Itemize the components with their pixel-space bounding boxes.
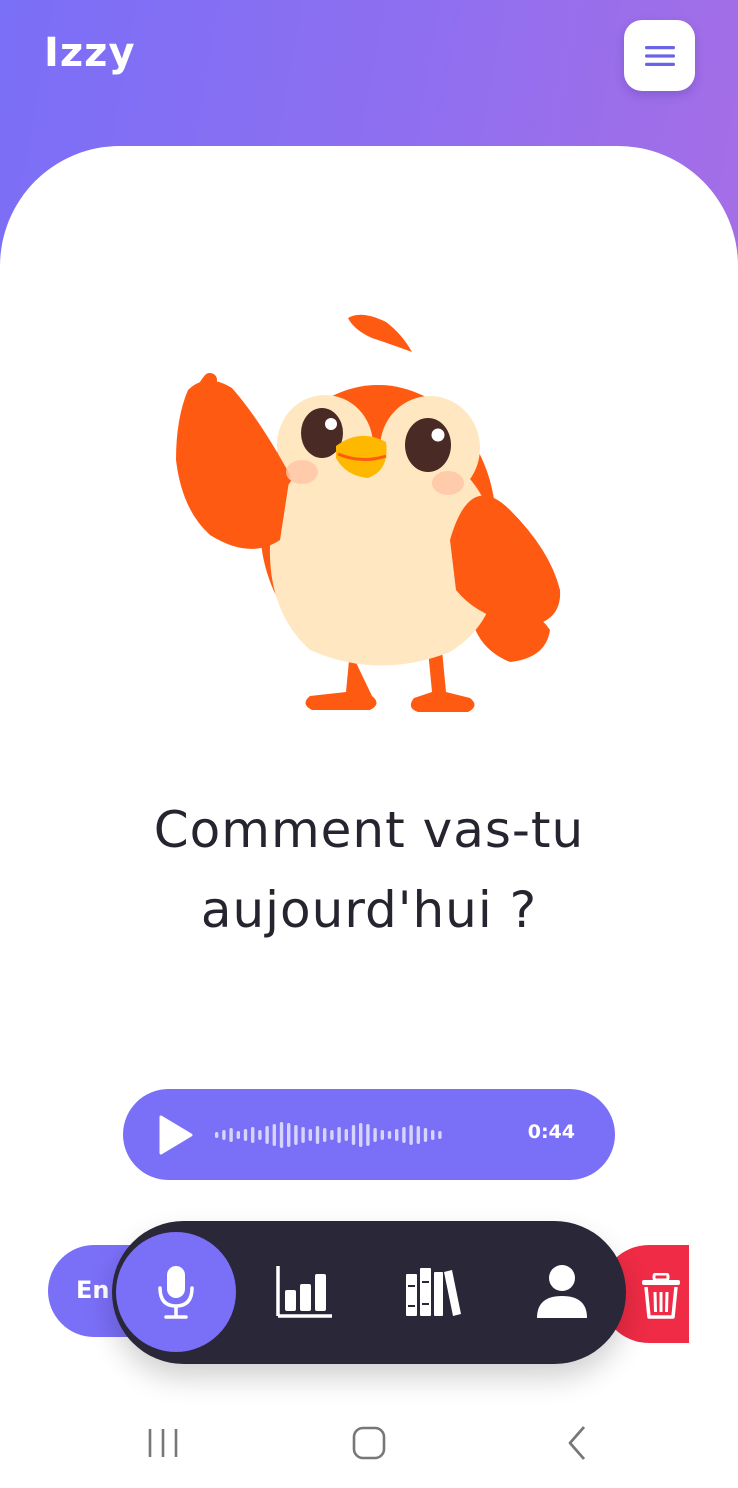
waveform-bar — [416, 1126, 420, 1144]
waveform-bar — [294, 1125, 298, 1145]
waveform-bar — [308, 1129, 312, 1141]
waveform-bar — [438, 1131, 442, 1139]
waveform-bar — [337, 1127, 341, 1143]
back-button[interactable] — [552, 1418, 602, 1468]
nav-record-button[interactable] — [116, 1232, 236, 1352]
nav-library-button[interactable] — [399, 1257, 469, 1327]
waveform-bar — [279, 1122, 284, 1148]
waveform-bar — [315, 1126, 320, 1144]
waveform-bar — [409, 1125, 413, 1145]
waveform-bar — [423, 1128, 428, 1142]
nav-stats-button[interactable] — [269, 1257, 339, 1327]
bar-chart-icon — [276, 1266, 332, 1318]
waveform-bar — [215, 1132, 219, 1138]
app-title: Izzy — [44, 30, 136, 76]
play-icon[interactable] — [153, 1113, 197, 1157]
waveform-bar — [402, 1127, 406, 1143]
waveform-bar — [373, 1128, 377, 1142]
library-icon — [406, 1268, 461, 1316]
audio-player[interactable]: 0:44 — [123, 1089, 615, 1180]
waveform-bar — [272, 1124, 276, 1146]
home-button[interactable] — [344, 1418, 394, 1468]
trash-icon — [642, 1273, 680, 1319]
waveform-bar — [366, 1124, 370, 1146]
waveform-bar — [395, 1129, 399, 1141]
recent-apps-button[interactable] — [138, 1418, 188, 1468]
bottom-nav-bar — [112, 1221, 626, 1364]
waveform-bar — [236, 1131, 240, 1139]
waveform-bar — [229, 1128, 233, 1142]
nav-profile-button[interactable] — [527, 1257, 597, 1327]
waveform-bar — [351, 1125, 356, 1145]
waveform-bar — [258, 1130, 262, 1140]
waveform-bar — [251, 1127, 255, 1143]
waveform-bar — [222, 1130, 226, 1140]
waveform-bar — [243, 1129, 248, 1141]
user-icon — [537, 1265, 587, 1318]
microphone-icon — [158, 1266, 194, 1319]
send-button-label: En — [76, 1276, 110, 1304]
orange-bird-mascot — [176, 314, 561, 712]
hamburger-menu-icon — [644, 45, 675, 66]
waveform-bar — [380, 1130, 384, 1140]
system-navigation-bar — [0, 1400, 738, 1488]
audio-waveform — [215, 1122, 442, 1148]
back-icon — [568, 1426, 586, 1460]
waveform-bar — [287, 1123, 291, 1147]
home-icon — [352, 1426, 386, 1460]
waveform-bar — [323, 1128, 327, 1142]
waveform-bar — [330, 1130, 334, 1140]
waveform-bar — [344, 1129, 348, 1141]
waveform-bar — [359, 1123, 363, 1147]
waveform-bar — [301, 1127, 305, 1143]
menu-button[interactable] — [624, 20, 695, 91]
audio-time: 0:44 — [527, 1121, 575, 1143]
prompt-question: Comment vas-tu aujourd'hui ? — [153, 801, 585, 939]
waveform-bar — [431, 1130, 435, 1140]
waveform-bar — [387, 1131, 392, 1139]
recent-apps-icon — [148, 1429, 178, 1457]
waveform-bar — [265, 1126, 269, 1144]
